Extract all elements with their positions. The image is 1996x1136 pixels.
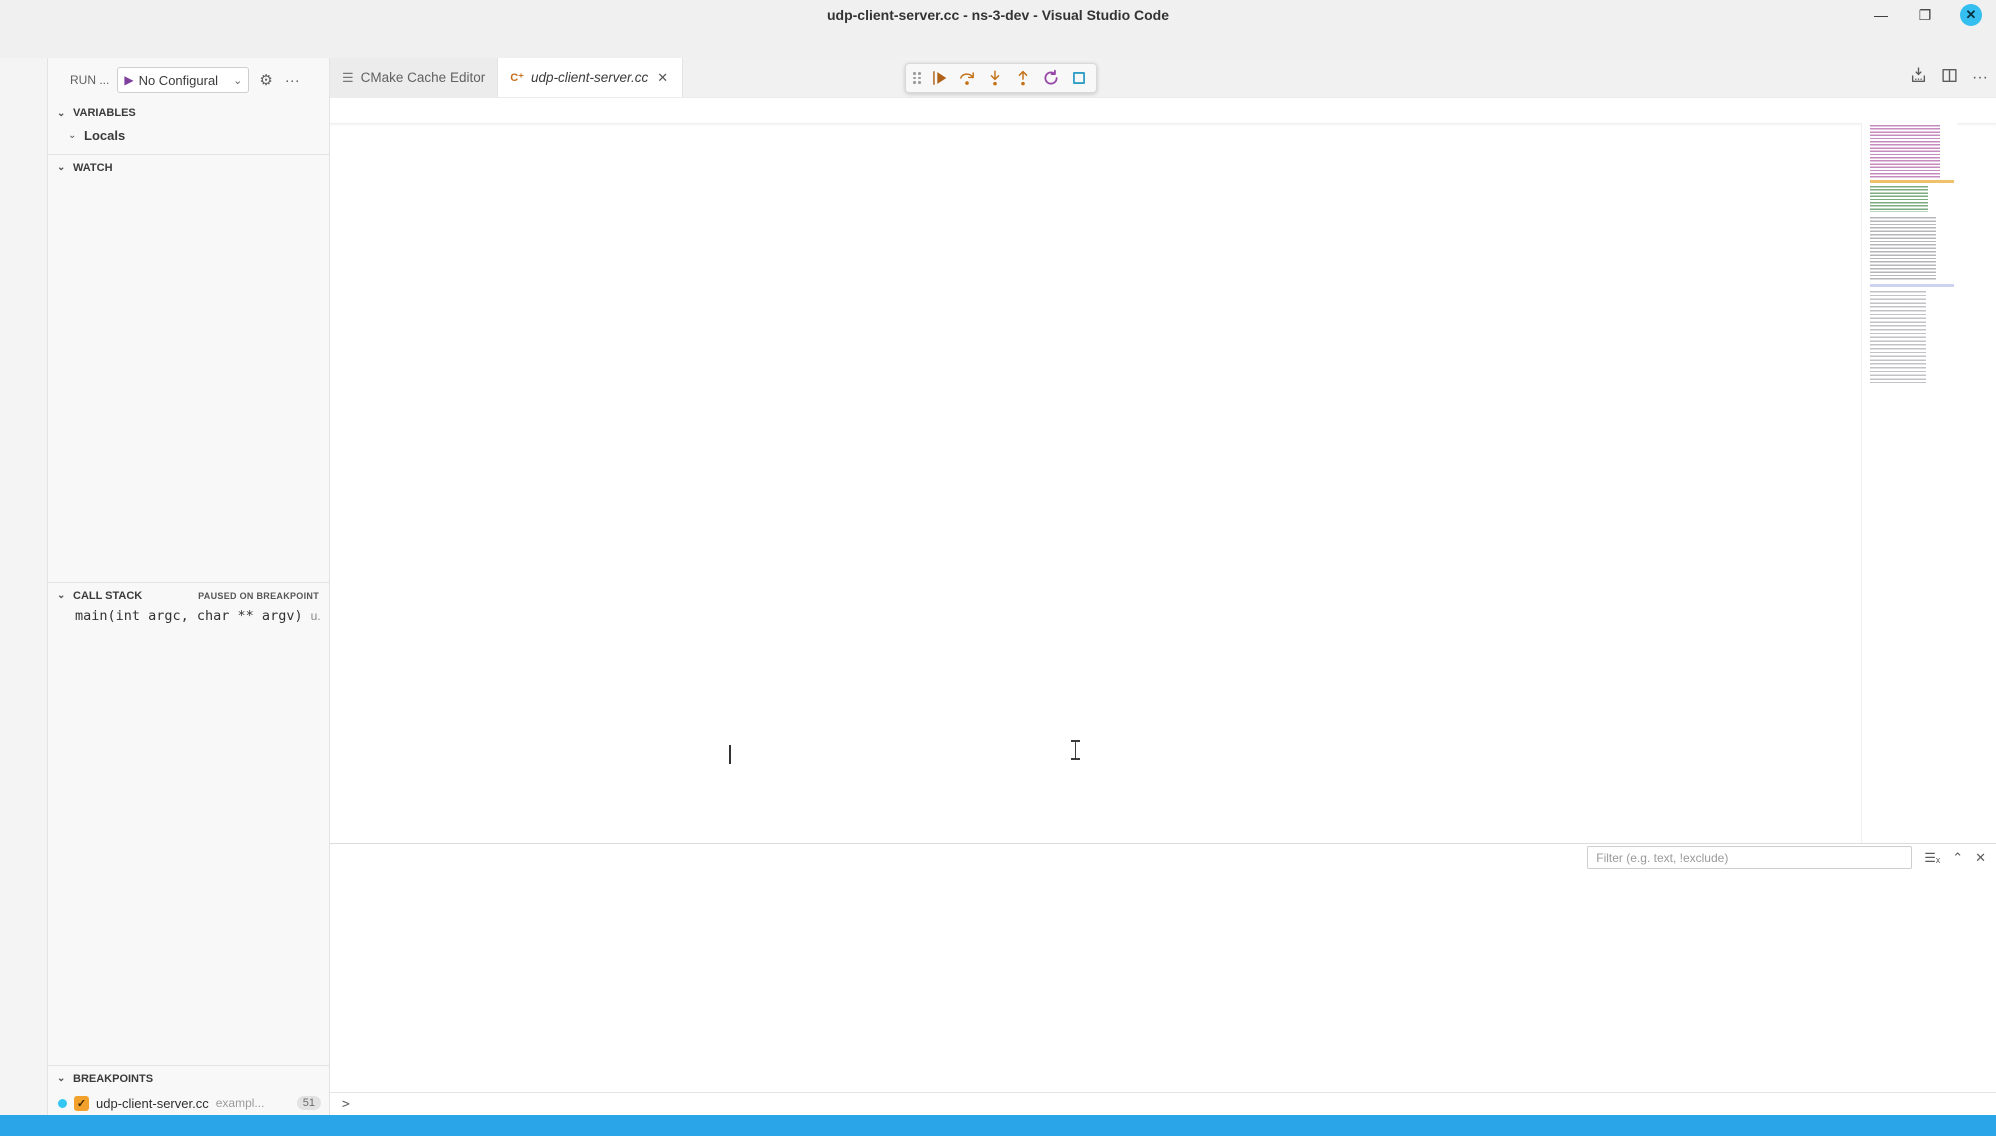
launch-configuration-dropdown[interactable]: ▶ No Configural ⌄ xyxy=(117,67,249,93)
call-stack-section-header[interactable]: ⌄ CALL STACK PAUSED ON BREAKPOINT xyxy=(48,582,329,608)
ibeam-cursor xyxy=(1071,740,1080,762)
panel-actions: ☰ₓ ⌃ ✕ xyxy=(1587,846,1986,869)
watch-section-header[interactable]: ⌄ WATCH xyxy=(48,154,329,180)
more-actions-icon[interactable]: ··· xyxy=(283,70,302,91)
continue-button[interactable] xyxy=(926,65,952,91)
tab-cmake-cache-editor[interactable]: ☰ CMake Cache Editor xyxy=(330,58,498,97)
restore-button[interactable]: ❐ xyxy=(1916,6,1934,24)
step-over-button[interactable] xyxy=(954,65,980,91)
debug-console[interactable]: > xyxy=(330,872,1996,1115)
window-controls: — ❐ ✕ xyxy=(1872,4,1996,26)
step-into-button[interactable] xyxy=(982,65,1008,91)
maximize-panel-icon[interactable]: ⌃ xyxy=(1952,850,1963,866)
variables-section-header[interactable]: ⌄ VARIABLES xyxy=(48,102,329,124)
editor-actions: ··· xyxy=(1910,58,1988,98)
start-debug-icon[interactable]: ▶ xyxy=(124,73,133,87)
tab-udp-client-server[interactable]: C⁺ udp-client-server.cc ✕ xyxy=(498,58,683,97)
breakpoints-section-header[interactable]: ⌄ BREAKPOINTS xyxy=(48,1065,329,1091)
window-title: udp-client-server.cc - ns-3-dev - Visual… xyxy=(827,7,1169,23)
drag-handle-icon[interactable] xyxy=(913,72,921,84)
step-out-button[interactable] xyxy=(1010,65,1036,91)
stack-frame-main[interactable]: main(int argc, char ** argv) u. xyxy=(48,608,329,634)
activity-bar xyxy=(0,58,48,1115)
debug-toolbar xyxy=(905,63,1097,93)
breakpoint-line-badge: 51 xyxy=(297,1096,321,1110)
chevron-down-icon: ⌄ xyxy=(57,108,69,119)
chevron-down-icon: ⌄ xyxy=(57,162,69,173)
bottom-panel: ☰ₓ ⌃ ✕ > xyxy=(330,843,1996,1115)
stop-button[interactable] xyxy=(1066,65,1092,91)
run-controls: RUN ... ▶ No Configural ⌄ ⚙ ··· xyxy=(48,58,329,102)
close-panel-icon[interactable]: ✕ xyxy=(1975,850,1986,866)
split-editor-icon[interactable] xyxy=(1941,67,1958,89)
minimap[interactable] xyxy=(1861,123,1957,843)
chevron-down-icon: ⌄ xyxy=(68,130,81,141)
console-filter-input[interactable] xyxy=(1587,846,1912,869)
run-view-title: RUN ... xyxy=(70,73,109,87)
editor-group: ☰ CMake Cache Editor C⁺ udp-client-serve… xyxy=(330,58,1996,1115)
minimize-button[interactable]: — xyxy=(1872,6,1890,24)
breadcrumb xyxy=(330,98,1996,123)
main-area: RUN ... ▶ No Configural ⌄ ⚙ ··· ⌄ VARIAB… xyxy=(0,58,1996,1115)
close-tab-icon[interactable]: ✕ xyxy=(655,70,670,86)
session-dot-icon xyxy=(58,1099,67,1108)
list-icon: ☰ xyxy=(342,70,354,86)
breakpoint-item[interactable]: ✓ udp-client-server.cc exampl... 51 xyxy=(48,1091,329,1115)
editor-tab-bar: ☰ CMake Cache Editor C⁺ udp-client-serve… xyxy=(330,58,1996,98)
more-actions-icon[interactable]: ··· xyxy=(1972,69,1988,87)
text-caret xyxy=(729,745,731,764)
prompt-chevron-icon: > xyxy=(342,1097,350,1112)
cpp-file-icon: C⁺ xyxy=(510,71,524,84)
status-bar xyxy=(0,1115,1996,1136)
title-bar: udp-client-server.cc - ns-3-dev - Visual… xyxy=(0,0,1996,30)
panel-tab-bar: ☰ₓ ⌃ ✕ xyxy=(330,844,1996,872)
code-editor[interactable] xyxy=(330,123,1996,843)
restart-button[interactable] xyxy=(1038,65,1064,91)
run-in-terminal-icon[interactable] xyxy=(1910,67,1927,89)
close-button[interactable]: ✕ xyxy=(1960,4,1982,26)
debug-console-input[interactable]: > xyxy=(330,1092,1996,1115)
run-debug-sidebar: RUN ... ▶ No Configural ⌄ ⚙ ··· ⌄ VARIAB… xyxy=(48,58,330,1115)
chevron-down-icon: ⌄ xyxy=(57,590,69,601)
paused-status-badge: PAUSED ON BREAKPOINT xyxy=(198,591,319,601)
chevron-down-icon: ⌄ xyxy=(233,74,242,87)
vscode-window: udp-client-server.cc - ns-3-dev - Visual… xyxy=(0,0,1996,1136)
breakpoint-checkbox[interactable]: ✓ xyxy=(74,1096,89,1111)
menu-bar xyxy=(0,30,1996,58)
chevron-down-icon: ⌄ xyxy=(57,1073,69,1084)
gear-icon[interactable]: ⚙ xyxy=(257,69,274,91)
locals-scope-row[interactable]: ⌄ Locals xyxy=(48,124,329,146)
filter-icon[interactable]: ☰ₓ xyxy=(1924,850,1940,866)
